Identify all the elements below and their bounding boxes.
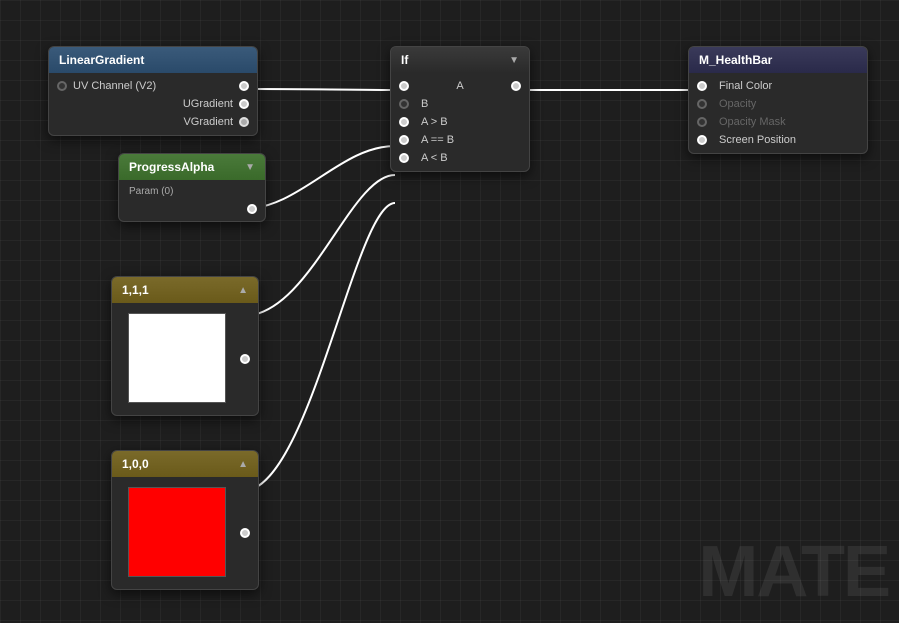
pin-screen-position-in[interactable] xyxy=(697,135,707,145)
pin-row-if-altb: A < B xyxy=(391,149,529,167)
pin-if-altb-in[interactable] xyxy=(399,153,409,163)
constant-100-node: 1,0,0 ▲ xyxy=(111,450,259,590)
swatch-pin-row-100 xyxy=(112,481,258,585)
connection-100-if-alt-b xyxy=(243,203,395,491)
pin-row-if-a: A xyxy=(391,77,529,95)
progress-alpha-title: ProgressAlpha xyxy=(129,160,214,174)
constant-111-node: 1,1,1 ▲ xyxy=(111,276,259,416)
pin-label-if-agtb: A > B xyxy=(421,116,448,128)
pin-row-screen-position: Screen Position xyxy=(689,131,867,149)
pin-label-screen-position: Screen Position xyxy=(719,134,796,146)
pin-vgradient-out[interactable] xyxy=(239,117,249,127)
pin-row-final-color: Final Color xyxy=(689,77,867,95)
if-title: If xyxy=(401,53,408,67)
pin-label-ugradient: UGradient xyxy=(183,98,233,110)
pin-label-if-b: B xyxy=(421,98,428,110)
pin-row-progress-out xyxy=(119,201,265,217)
pin-label-opacity-mask: Opacity Mask xyxy=(719,116,786,128)
watermark: MATE xyxy=(698,531,889,613)
m-healthbar-header: M_HealthBar xyxy=(689,47,867,73)
m-healthbar-body: Final Color Opacity Opacity Mask Screen … xyxy=(689,73,867,153)
swatch-pin-row-111 xyxy=(112,307,258,411)
pin-label-if-altb: A < B xyxy=(421,152,448,164)
constant-100-header: 1,0,0 ▲ xyxy=(112,451,258,477)
progress-alpha-body: Param (0) xyxy=(119,180,265,221)
if-node: If ▼ A B A > B A == B A < B xyxy=(390,46,530,172)
pin-final-color-in[interactable] xyxy=(697,81,707,91)
pin-opacity-in[interactable] xyxy=(697,99,707,109)
progress-alpha-node: ProgressAlpha ▼ Param (0) xyxy=(118,153,266,222)
m-healthbar-title: M_HealthBar xyxy=(699,53,772,67)
expand-icon[interactable]: ▼ xyxy=(245,162,255,173)
pin-uvchannel-out[interactable] xyxy=(239,81,249,91)
if-body: A B A > B A == B A < B xyxy=(391,73,529,171)
pin-label-opacity: Opacity xyxy=(719,98,756,110)
pin-opacity-mask-in[interactable] xyxy=(697,117,707,127)
expand-icon-111[interactable]: ▲ xyxy=(238,285,248,296)
pin-row-if-agtb: A > B xyxy=(391,113,529,131)
constant-100-title: 1,0,0 xyxy=(122,457,149,471)
constant-111-title: 1,1,1 xyxy=(122,283,149,297)
pin-label-if-a: A xyxy=(456,80,463,92)
pin-if-b-in[interactable] xyxy=(399,99,409,109)
linear-gradient-node: LinearGradient UV Channel (V2) UGradient… xyxy=(48,46,258,136)
expand-icon-100[interactable]: ▲ xyxy=(238,459,248,470)
if-expand-icon[interactable]: ▼ xyxy=(509,55,519,66)
pin-row-if-b: B xyxy=(391,95,529,113)
pin-label-if-aeqb: A == B xyxy=(421,134,454,146)
pin-row-vgradient: VGradient xyxy=(49,113,257,131)
swatch-111 xyxy=(128,313,226,403)
linear-gradient-body: UV Channel (V2) UGradient VGradient xyxy=(49,73,257,135)
pin-progress-out[interactable] xyxy=(247,204,257,214)
pin-if-a-out[interactable] xyxy=(511,81,521,91)
pin-111-out[interactable] xyxy=(240,354,250,364)
pin-row-if-aeqb: A == B xyxy=(391,131,529,149)
pin-if-aeqb-in[interactable] xyxy=(399,135,409,145)
pin-if-agtb-in[interactable] xyxy=(399,117,409,127)
pin-uvchannel-in[interactable] xyxy=(57,81,67,91)
pin-label-vgradient: VGradient xyxy=(183,116,233,128)
pin-row-uvchannel: UV Channel (V2) xyxy=(49,77,257,95)
pin-label-final-color: Final Color xyxy=(719,80,772,92)
swatch-100 xyxy=(128,487,226,577)
constant-111-body xyxy=(112,303,258,415)
constant-100-body xyxy=(112,477,258,589)
pin-if-a-in[interactable] xyxy=(399,81,409,91)
pin-100-out[interactable] xyxy=(240,528,250,538)
m-healthbar-node: M_HealthBar Final Color Opacity Opacity … xyxy=(688,46,868,154)
linear-gradient-header: LinearGradient xyxy=(49,47,257,73)
if-header: If ▼ xyxy=(391,47,529,73)
constant-111-header: 1,1,1 ▲ xyxy=(112,277,258,303)
pin-row-opacity-mask: Opacity Mask xyxy=(689,113,867,131)
connection-ugradient-if-a xyxy=(256,89,395,90)
progress-alpha-header: ProgressAlpha ▼ xyxy=(119,154,265,180)
pin-row-opacity: Opacity xyxy=(689,95,867,113)
progress-alpha-subtitle: Param (0) xyxy=(119,184,265,201)
pin-row-ugradient: UGradient xyxy=(49,95,257,113)
pin-label-uvchannel: UV Channel (V2) xyxy=(73,80,156,92)
linear-gradient-title: LinearGradient xyxy=(59,53,144,67)
pin-ugradient-out[interactable] xyxy=(239,99,249,109)
